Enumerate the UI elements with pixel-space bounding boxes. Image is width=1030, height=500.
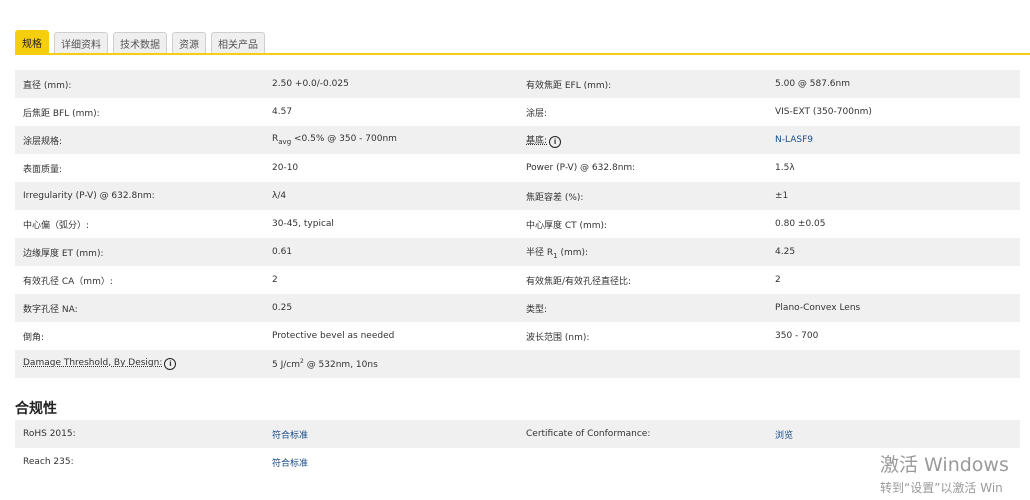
reach-link[interactable]: 符合标准 xyxy=(272,459,308,469)
spec-value-irregularity: λ/4 xyxy=(264,182,518,210)
table-row: Reach 235: 符合标准 xyxy=(15,448,1020,476)
spec-label-wavelength-range: 波长范围 (nm): xyxy=(518,322,767,350)
spec-label-centering: 中心偏（弧分）: xyxy=(15,210,264,238)
spec-label-edge-thickness: 边缘厚度 ET (mm): xyxy=(15,238,264,266)
table-row: Damage Threshold, By Design: i 5 J/cm2 @ … xyxy=(15,350,1020,378)
spec-label-irregularity: Irregularity (P-V) @ 632.8nm: xyxy=(15,182,264,210)
coating-spec-avg-subscript: avg xyxy=(278,137,292,146)
spec-label-focal-tolerance: 焦距容差 (%): xyxy=(518,182,767,210)
spec-value-f-number: 2 xyxy=(767,266,1020,294)
compliance-label-certificate: Certificate of Conformance: xyxy=(518,420,767,448)
table-row: 倒角: Protective bevel as needed 波长范围 (nm)… xyxy=(15,322,1020,350)
substrate-link[interactable]: N-LASF9 xyxy=(775,135,813,145)
certificate-view-link[interactable]: 浏览 xyxy=(775,431,793,441)
compliance-section-title: 合规性 xyxy=(15,401,57,417)
tab-technical-data[interactable]: 技术数据 xyxy=(113,32,167,53)
radius-unit: (mm): xyxy=(557,247,589,258)
spec-value-radius: 4.25 xyxy=(767,238,1020,266)
table-row: 中心偏（弧分）: 30-45, typical 中心厚度 CT (mm): 0.… xyxy=(15,210,1020,238)
spec-label-coating-spec: 涂层规格: xyxy=(15,126,264,154)
spec-label-coating: 涂层: xyxy=(518,98,767,126)
table-row: 边缘厚度 ET (mm): 0.61 半径 R1 (mm): 4.25 xyxy=(15,238,1020,266)
specifications-table: 直径 (mm): 2.50 +0.0/-0.025 有效焦距 EFL (mm):… xyxy=(15,70,1020,378)
damage-threshold-value: 5 J/cm xyxy=(272,360,300,370)
spec-value-damage-threshold: 5 J/cm2 @ 532nm, 10ns xyxy=(264,350,518,378)
radius-label: 半径 R xyxy=(526,247,554,258)
spec-value-wavelength-range: 350 - 700 xyxy=(767,322,1020,350)
spec-label-na: 数字孔径 NA: xyxy=(15,294,264,322)
spec-label-type: 类型: xyxy=(518,294,767,322)
spec-value-efl: 5.00 @ 587.6nm xyxy=(767,70,1020,98)
compliance-value-reach: 符合标准 xyxy=(264,448,518,476)
table-row: RoHS 2015: 符合标准 Certificate of Conforman… xyxy=(15,420,1020,448)
compliance-value-rohs: 符合标准 xyxy=(264,420,518,448)
spec-value-diameter: 2.50 +0.0/-0.025 xyxy=(264,70,518,98)
table-row: 后焦距 BFL (mm): 4.57 涂层: VIS-EXT (350-700n… xyxy=(15,98,1020,126)
info-icon[interactable]: i xyxy=(549,135,562,148)
spec-value-coating: VIS-EXT (350-700nm) xyxy=(767,98,1020,126)
spec-value-surface-quality: 20-10 xyxy=(264,154,518,182)
spec-value-type: Plano-Convex Lens xyxy=(767,294,1020,322)
table-row: Irregularity (P-V) @ 632.8nm: λ/4 焦距容差 (… xyxy=(15,182,1020,210)
table-row: 直径 (mm): 2.50 +0.0/-0.025 有效焦距 EFL (mm):… xyxy=(15,70,1020,98)
tab-specifications[interactable]: 规格 xyxy=(15,30,49,53)
coating-spec-rest: <0.5% @ 350 - 700nm xyxy=(291,134,397,145)
tab-bar: 规格 详细资料 技术数据 资源 相关产品 xyxy=(15,30,1030,55)
watermark-subtitle: 转到“设置”以激活 Win xyxy=(880,481,1003,495)
table-row: 涂层规格: Ravg <0.5% @ 350 - 700nm 基底: i N-LA… xyxy=(15,126,1020,154)
spec-value-centering: 30-45, typical xyxy=(264,210,518,238)
compliance-table: RoHS 2015: 符合标准 Certificate of Conforman… xyxy=(15,420,1020,476)
spec-label-bfl: 后焦距 BFL (mm): xyxy=(15,98,264,126)
spec-label-efl: 有效焦距 EFL (mm): xyxy=(518,70,767,98)
empty-cell xyxy=(518,448,767,476)
spec-label-substrate: 基底: i xyxy=(518,126,767,154)
spec-label-diameter: 直径 (mm): xyxy=(15,70,264,98)
tab-resources[interactable]: 资源 xyxy=(172,32,206,53)
spec-label-surface-quality: 表面质量: xyxy=(15,154,264,182)
compliance-label-reach: Reach 235: xyxy=(15,448,264,476)
info-icon[interactable]: i xyxy=(164,358,177,370)
spec-value-power: 1.5λ xyxy=(767,154,1020,182)
empty-cell xyxy=(767,350,1020,378)
spec-value-edge-thickness: 0.61 xyxy=(264,238,518,266)
damage-threshold-rest: @ 532nm, 10ns xyxy=(303,360,378,370)
spec-label-center-thickness: 中心厚度 CT (mm): xyxy=(518,210,767,238)
spec-label-bevel: 倒角: xyxy=(15,322,264,350)
spec-value-focal-tolerance: ±1 xyxy=(767,182,1020,210)
spec-label-power: Power (P-V) @ 632.8nm: xyxy=(518,154,767,182)
tab-details[interactable]: 详细资料 xyxy=(54,32,108,53)
substrate-tooltip-label[interactable]: 基底: xyxy=(526,136,547,146)
spec-value-center-thickness: 0.80 ±0.05 xyxy=(767,210,1020,238)
tab-related-products[interactable]: 相关产品 xyxy=(211,32,265,53)
table-row: 有效孔径 CA（mm）: 2 有效焦距/有效孔径直径比: 2 xyxy=(15,266,1020,294)
table-row: 数字孔径 NA: 0.25 类型: Plano-Convex Lens xyxy=(15,294,1020,322)
spec-value-clear-aperture: 2 xyxy=(264,266,518,294)
damage-threshold-tooltip-label[interactable]: Damage Threshold, By Design: xyxy=(23,358,162,368)
spec-value-bevel: Protective bevel as needed xyxy=(264,322,518,350)
spec-label-clear-aperture: 有效孔径 CA（mm）: xyxy=(15,266,264,294)
spec-label-radius: 半径 R1 (mm): xyxy=(518,238,767,266)
compliance-label-rohs: RoHS 2015: xyxy=(15,420,264,448)
rohs-link[interactable]: 符合标准 xyxy=(272,431,308,441)
spec-label-f-number: 有效焦距/有效孔径直径比: xyxy=(518,266,767,294)
compliance-value-certificate: 浏览 xyxy=(767,420,1020,448)
empty-cell xyxy=(518,350,767,378)
spec-value-bfl: 4.57 xyxy=(264,98,518,126)
spec-label-damage-threshold: Damage Threshold, By Design: i xyxy=(15,350,264,378)
spec-value-coating-spec: Ravg <0.5% @ 350 - 700nm xyxy=(264,126,518,154)
empty-cell xyxy=(767,448,1020,476)
spec-value-substrate: N-LASF9 xyxy=(767,126,1020,154)
table-row: 表面质量: 20-10 Power (P-V) @ 632.8nm: 1.5λ xyxy=(15,154,1020,182)
spec-value-na: 0.25 xyxy=(264,294,518,322)
